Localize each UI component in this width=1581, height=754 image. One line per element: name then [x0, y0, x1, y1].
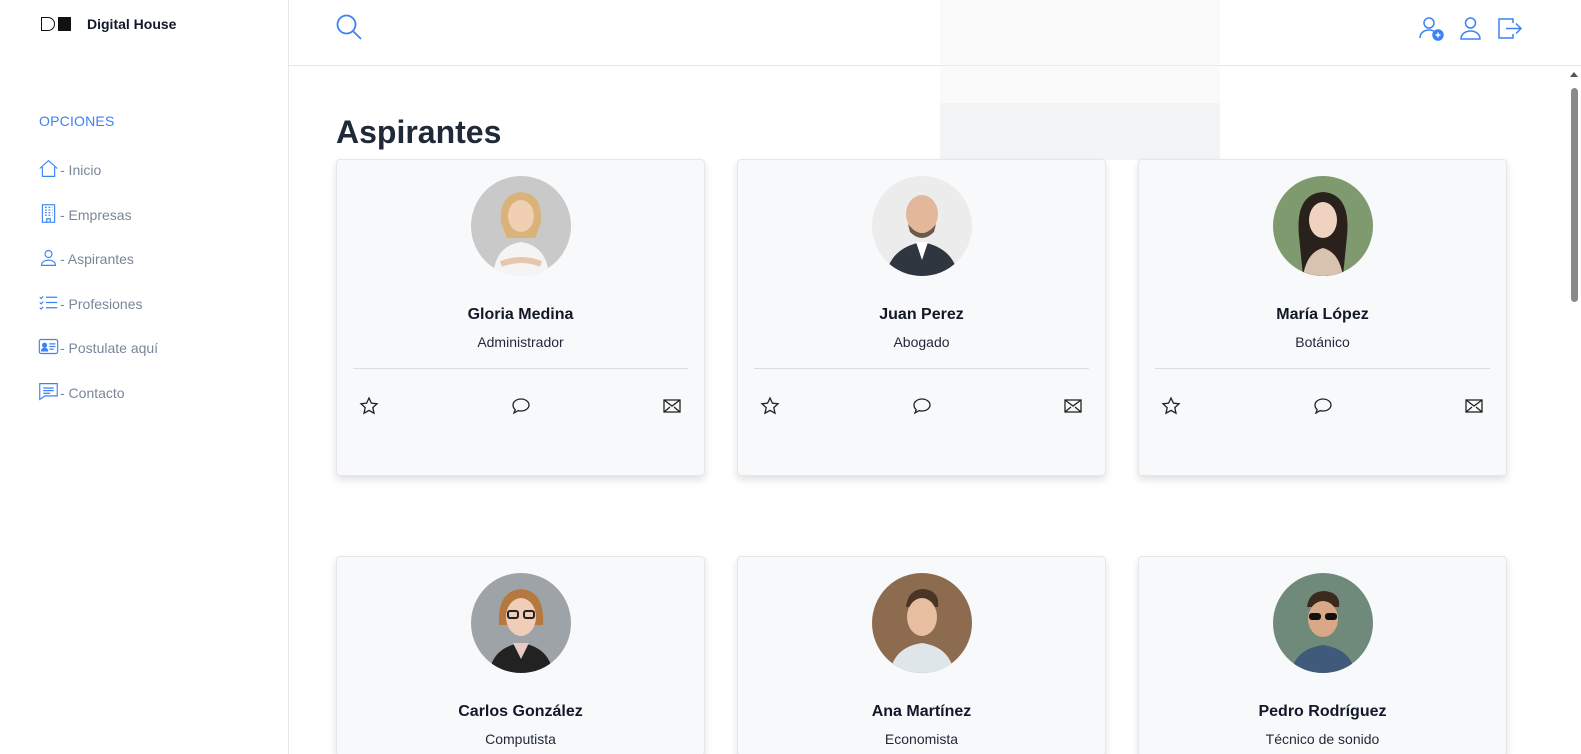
card-divider: [1155, 368, 1490, 369]
envelope-icon: [662, 399, 682, 420]
candidate-role: Computista: [485, 731, 556, 747]
sidebar-item-profesiones[interactable]: - Profesiones: [38, 282, 158, 327]
star-icon: [760, 396, 780, 420]
candidate-card[interactable]: Carlos González Computista: [336, 556, 705, 754]
list-check-icon: [38, 292, 59, 316]
email-button[interactable]: [1464, 396, 1484, 416]
sidebar-item-label: - Contacto: [60, 384, 125, 401]
logout-icon: [1496, 18, 1523, 46]
candidate-name: Pedro Rodríguez: [1258, 703, 1387, 720]
topbar: [289, 0, 1581, 66]
sidebar-item-inicio[interactable]: - Inicio: [38, 148, 158, 193]
avatar: [471, 573, 571, 673]
scroll-thumb[interactable]: [1571, 88, 1578, 302]
chat-icon: [1313, 398, 1333, 420]
candidate-role: Botánico: [1295, 334, 1350, 350]
email-button[interactable]: [1063, 396, 1083, 416]
brand-name: Digital House: [87, 16, 177, 32]
email-button[interactable]: [662, 396, 682, 416]
message-button[interactable]: [511, 396, 531, 416]
id-card-icon: [38, 336, 59, 360]
candidate-card[interactable]: Gloria Medina Administrador: [336, 159, 705, 476]
card-actions: [359, 396, 682, 416]
logout-button[interactable]: [1496, 15, 1523, 42]
page-scrollbar[interactable]: [1567, 66, 1581, 754]
search-icon: [335, 14, 363, 45]
user-icon: [1457, 17, 1484, 46]
candidate-card[interactable]: Ana Martínez Economista: [737, 556, 1106, 754]
sidebar-item-contacto[interactable]: - Contacto: [38, 371, 158, 416]
sidebar-section-title: OPCIONES: [39, 113, 115, 129]
brand[interactable]: Digital House: [41, 16, 176, 32]
sidebar: Digital House OPCIONES - Inicio - Empres…: [0, 0, 289, 754]
candidate-name: Carlos González: [458, 703, 583, 720]
logo-d-shape: [41, 17, 55, 31]
scroll-up-arrow[interactable]: [1570, 72, 1578, 77]
candidate-role: Abogado: [893, 334, 950, 350]
candidate-role: Administrador: [477, 334, 564, 350]
star-icon: [1161, 396, 1181, 420]
overlay-ghost-box: [940, 103, 1220, 160]
card-actions: [760, 396, 1083, 416]
candidate-name: María López: [1276, 306, 1369, 323]
logo-square-shape: [58, 17, 71, 31]
candidate-card[interactable]: Juan Perez Abogado: [737, 159, 1106, 476]
sidebar-item-empresas[interactable]: - Empresas: [38, 193, 158, 238]
search-button[interactable]: [335, 13, 363, 41]
app-root: Digital House OPCIONES - Inicio - Empres…: [0, 0, 1581, 754]
profile-button[interactable]: [1457, 15, 1484, 42]
favorite-button[interactable]: [760, 396, 780, 416]
candidate-name: Ana Martínez: [871, 703, 972, 720]
avatar: [1273, 176, 1373, 276]
candidate-name: Juan Perez: [879, 306, 964, 323]
brand-logo: [41, 17, 71, 31]
chat-text-icon: [38, 381, 59, 405]
avatar: [872, 176, 972, 276]
sidebar-item-aspirantes[interactable]: - Aspirantes: [38, 237, 158, 282]
favorite-button[interactable]: [359, 396, 379, 416]
sidebar-item-label: - Empresas: [60, 206, 132, 223]
candidate-role: Economista: [884, 731, 959, 747]
chat-icon: [912, 398, 932, 420]
add-user-button[interactable]: [1418, 15, 1445, 42]
chat-icon: [511, 398, 531, 420]
sidebar-item-label: - Postulate aquí: [60, 340, 159, 357]
avatar: [1273, 573, 1373, 673]
envelope-icon: [1464, 399, 1484, 420]
message-button[interactable]: [1313, 396, 1333, 416]
sidebar-nav: - Inicio - Empresas - Aspirantes - Profe…: [38, 148, 158, 415]
card-actions: [1161, 396, 1484, 416]
page-title: Aspirantes: [336, 114, 502, 150]
sidebar-item-postulate[interactable]: - Postulate aquí: [38, 326, 158, 371]
candidate-card[interactable]: Pedro Rodríguez Técnico de sonido: [1138, 556, 1507, 754]
sidebar-item-label: - Inicio: [60, 162, 102, 179]
sidebar-item-label: - Aspirantes: [60, 251, 134, 268]
favorite-button[interactable]: [1161, 396, 1181, 416]
add-user-icon: [1418, 17, 1445, 46]
card-divider: [353, 368, 688, 369]
person-icon: [38, 247, 59, 271]
envelope-icon: [1063, 399, 1083, 420]
message-button[interactable]: [912, 396, 932, 416]
sidebar-item-label: - Profesiones: [60, 295, 143, 312]
candidate-role: Técnico de sonido: [1265, 731, 1380, 747]
candidate-card[interactable]: María López Botánico: [1138, 159, 1507, 476]
topbar-actions: [1418, 15, 1523, 42]
building-icon: [38, 203, 59, 227]
star-icon: [359, 396, 379, 420]
avatar: [471, 176, 571, 276]
home-icon: [38, 158, 59, 182]
avatar: [872, 573, 972, 673]
candidate-name: Gloria Medina: [467, 306, 574, 323]
card-divider: [754, 368, 1089, 369]
